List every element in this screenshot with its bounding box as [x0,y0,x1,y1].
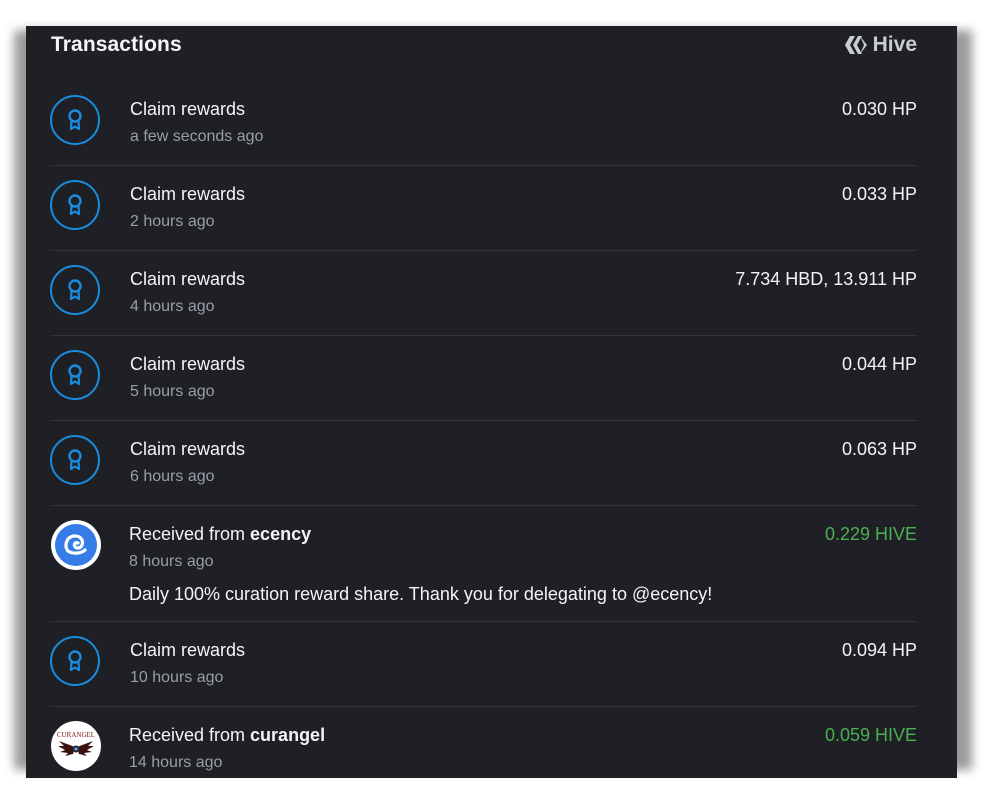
hive-logo-icon [844,36,867,54]
transaction-row[interactable]: CURANGEL Received from curangel 14 hours… [50,707,917,778]
curangel-avatar-text: CURANGEL [57,731,95,739]
transaction-time: 6 hours ago [130,468,215,485]
curangel-avatar[interactable]: CURANGEL [51,721,101,771]
award-ribbon-icon [50,265,100,315]
hive-brand: Hive [844,33,917,57]
award-ribbon-icon [50,95,100,145]
brand-label: Hive [872,33,917,56]
award-ribbon-icon [50,636,100,686]
transaction-time: 4 hours ago [130,298,215,315]
transaction-time: 8 hours ago [129,553,214,570]
transaction-row[interactable]: Claim rewards 6 hours ago 0.063 HP [50,421,917,506]
transaction-label: Claim rewards [130,354,246,374]
transfer-label: Received from ecency [129,524,311,545]
transfer-label: Received from curangel [129,725,325,746]
transaction-row[interactable]: Claim rewards 5 hours ago 0.044 HP [50,336,917,421]
transaction-label: Claim rewards [130,439,246,459]
transfer-label-prefix: Received from [129,725,251,745]
award-ribbon-icon [50,435,100,485]
transaction-row[interactable]: Claim rewards 10 hours ago 0.094 HP [50,622,917,707]
transaction-label: Claim rewards [130,269,246,289]
transactions-panel: Transactions Hive Claim rewards a few se… [26,26,957,778]
transaction-amount: 0.063 HP [841,439,917,459]
transaction-time: 2 hours ago [130,213,215,230]
sender-name[interactable]: ecency [250,524,311,544]
transaction-amount: 0.044 HP [841,354,917,374]
transaction-row[interactable]: Claim rewards 2 hours ago 0.033 HP [50,166,917,251]
award-ribbon-icon [50,180,100,230]
sender-name[interactable]: curangel [250,725,325,745]
page-title: Transactions [51,33,182,56]
ecency-avatar[interactable] [51,520,101,570]
transaction-amount: 7.734 HBD, 13.911 HP [735,269,917,289]
transfer-label-prefix: Received from [129,524,251,544]
transaction-time: 5 hours ago [130,383,215,400]
transfer-memo: Daily 100% curation reward share. Thank … [129,584,713,604]
panel-header: Transactions Hive [26,26,957,66]
transaction-amount: 0.059 HIVE [824,725,917,745]
transaction-row[interactable]: Received from ecency 8 hours ago Daily 1… [50,506,917,622]
transaction-amount: 0.094 HP [841,640,917,660]
transaction-amount: 0.229 HIVE [824,524,917,544]
transaction-label: Claim rewards [130,640,246,660]
transaction-amount: 0.030 HP [841,99,917,119]
transaction-time: a few seconds ago [130,128,264,145]
transaction-row[interactable]: Claim rewards a few seconds ago 0.030 HP [50,81,917,166]
transaction-amount: 0.033 HP [841,184,917,204]
transactions-list: Claim rewards a few seconds ago 0.030 HP… [50,81,917,778]
transaction-time: 10 hours ago [130,669,224,686]
transaction-label: Claim rewards [130,184,246,204]
transaction-row[interactable]: Claim rewards 4 hours ago 7.734 HBD, 13.… [50,251,917,336]
award-ribbon-icon [50,350,100,400]
transaction-time: 14 hours ago [129,754,223,771]
transaction-label: Claim rewards [130,99,246,119]
